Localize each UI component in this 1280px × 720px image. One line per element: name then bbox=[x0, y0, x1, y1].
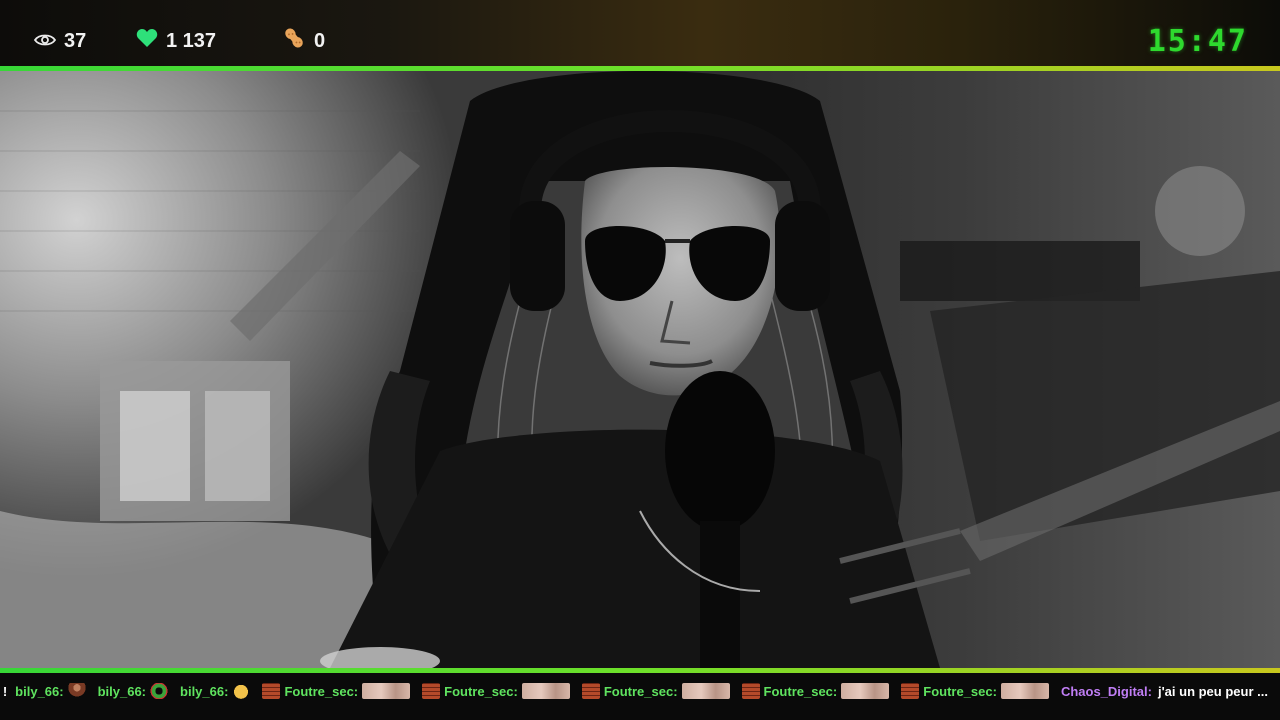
brick-emote bbox=[262, 683, 281, 699]
brick-emote bbox=[422, 683, 441, 699]
chat-message: Foutre_sec: bbox=[901, 683, 1053, 699]
chat-message: bily_66: bbox=[15, 683, 89, 699]
stats-bar: 37 1 137 0 15:47 bbox=[0, 0, 1280, 66]
like-count: 1 137 bbox=[136, 28, 216, 54]
peanut-icon bbox=[282, 26, 306, 56]
brick-emote bbox=[741, 683, 760, 699]
chat-ticker: k ! bily_66: bily_66: bily_66: Foutre_se… bbox=[0, 673, 1280, 720]
chat-message: bily_66: bbox=[180, 683, 254, 699]
ticker-lead-fragment: k ! bbox=[0, 683, 8, 699]
chat-message: Foutre_sec: bbox=[262, 683, 414, 699]
wreath-emote bbox=[150, 683, 169, 699]
chat-message-text: j'ai un peu peur ... bbox=[1157, 683, 1268, 699]
chat-username: Chaos_Digital: bbox=[1060, 683, 1152, 699]
chat-username: Foutre_sec: bbox=[284, 683, 359, 699]
chat-username: bily_66: bbox=[180, 683, 229, 699]
heart-icon bbox=[136, 28, 158, 54]
face-emote bbox=[841, 683, 890, 699]
viewer-count: 37 bbox=[33, 28, 87, 54]
chat-message: Foutre_sec: bbox=[741, 683, 894, 699]
chat-message: bily_66: bbox=[98, 683, 172, 699]
face-emote bbox=[521, 683, 570, 699]
viewer-count-value: 37 bbox=[64, 29, 87, 52]
like-count-value: 1 137 bbox=[166, 29, 217, 52]
face-emote bbox=[1000, 683, 1049, 699]
chat-message: Chaos_Digital: j'ai un peu peur ... bbox=[1061, 684, 1268, 699]
cat-emote bbox=[232, 683, 251, 699]
bits-count: 0 bbox=[282, 28, 325, 54]
chat-message: Foutre_sec: bbox=[422, 683, 574, 699]
chat-ticker-track: k ! bily_66: bily_66: bily_66: Foutre_se… bbox=[0, 679, 1276, 703]
person-emote bbox=[67, 683, 86, 699]
clock: 15:47 bbox=[1147, 24, 1248, 59]
chat-username: Foutre_sec: bbox=[923, 683, 997, 699]
brick-emote bbox=[581, 683, 600, 699]
webcam-feed bbox=[0, 71, 1280, 668]
face-emote bbox=[681, 683, 730, 699]
chat-username: bily_66: bbox=[15, 683, 64, 699]
bits-count-value: 0 bbox=[314, 29, 326, 52]
brick-emote bbox=[901, 683, 920, 699]
eye-icon bbox=[33, 30, 57, 53]
chat-username: bily_66: bbox=[97, 683, 147, 699]
chat-username: Foutre_sec: bbox=[763, 683, 838, 699]
chat-username: Foutre_sec: bbox=[603, 683, 678, 699]
chat-username: Foutre_sec: bbox=[444, 683, 518, 699]
chat-message: Foutre_sec: bbox=[581, 683, 734, 699]
face-emote bbox=[362, 683, 411, 699]
